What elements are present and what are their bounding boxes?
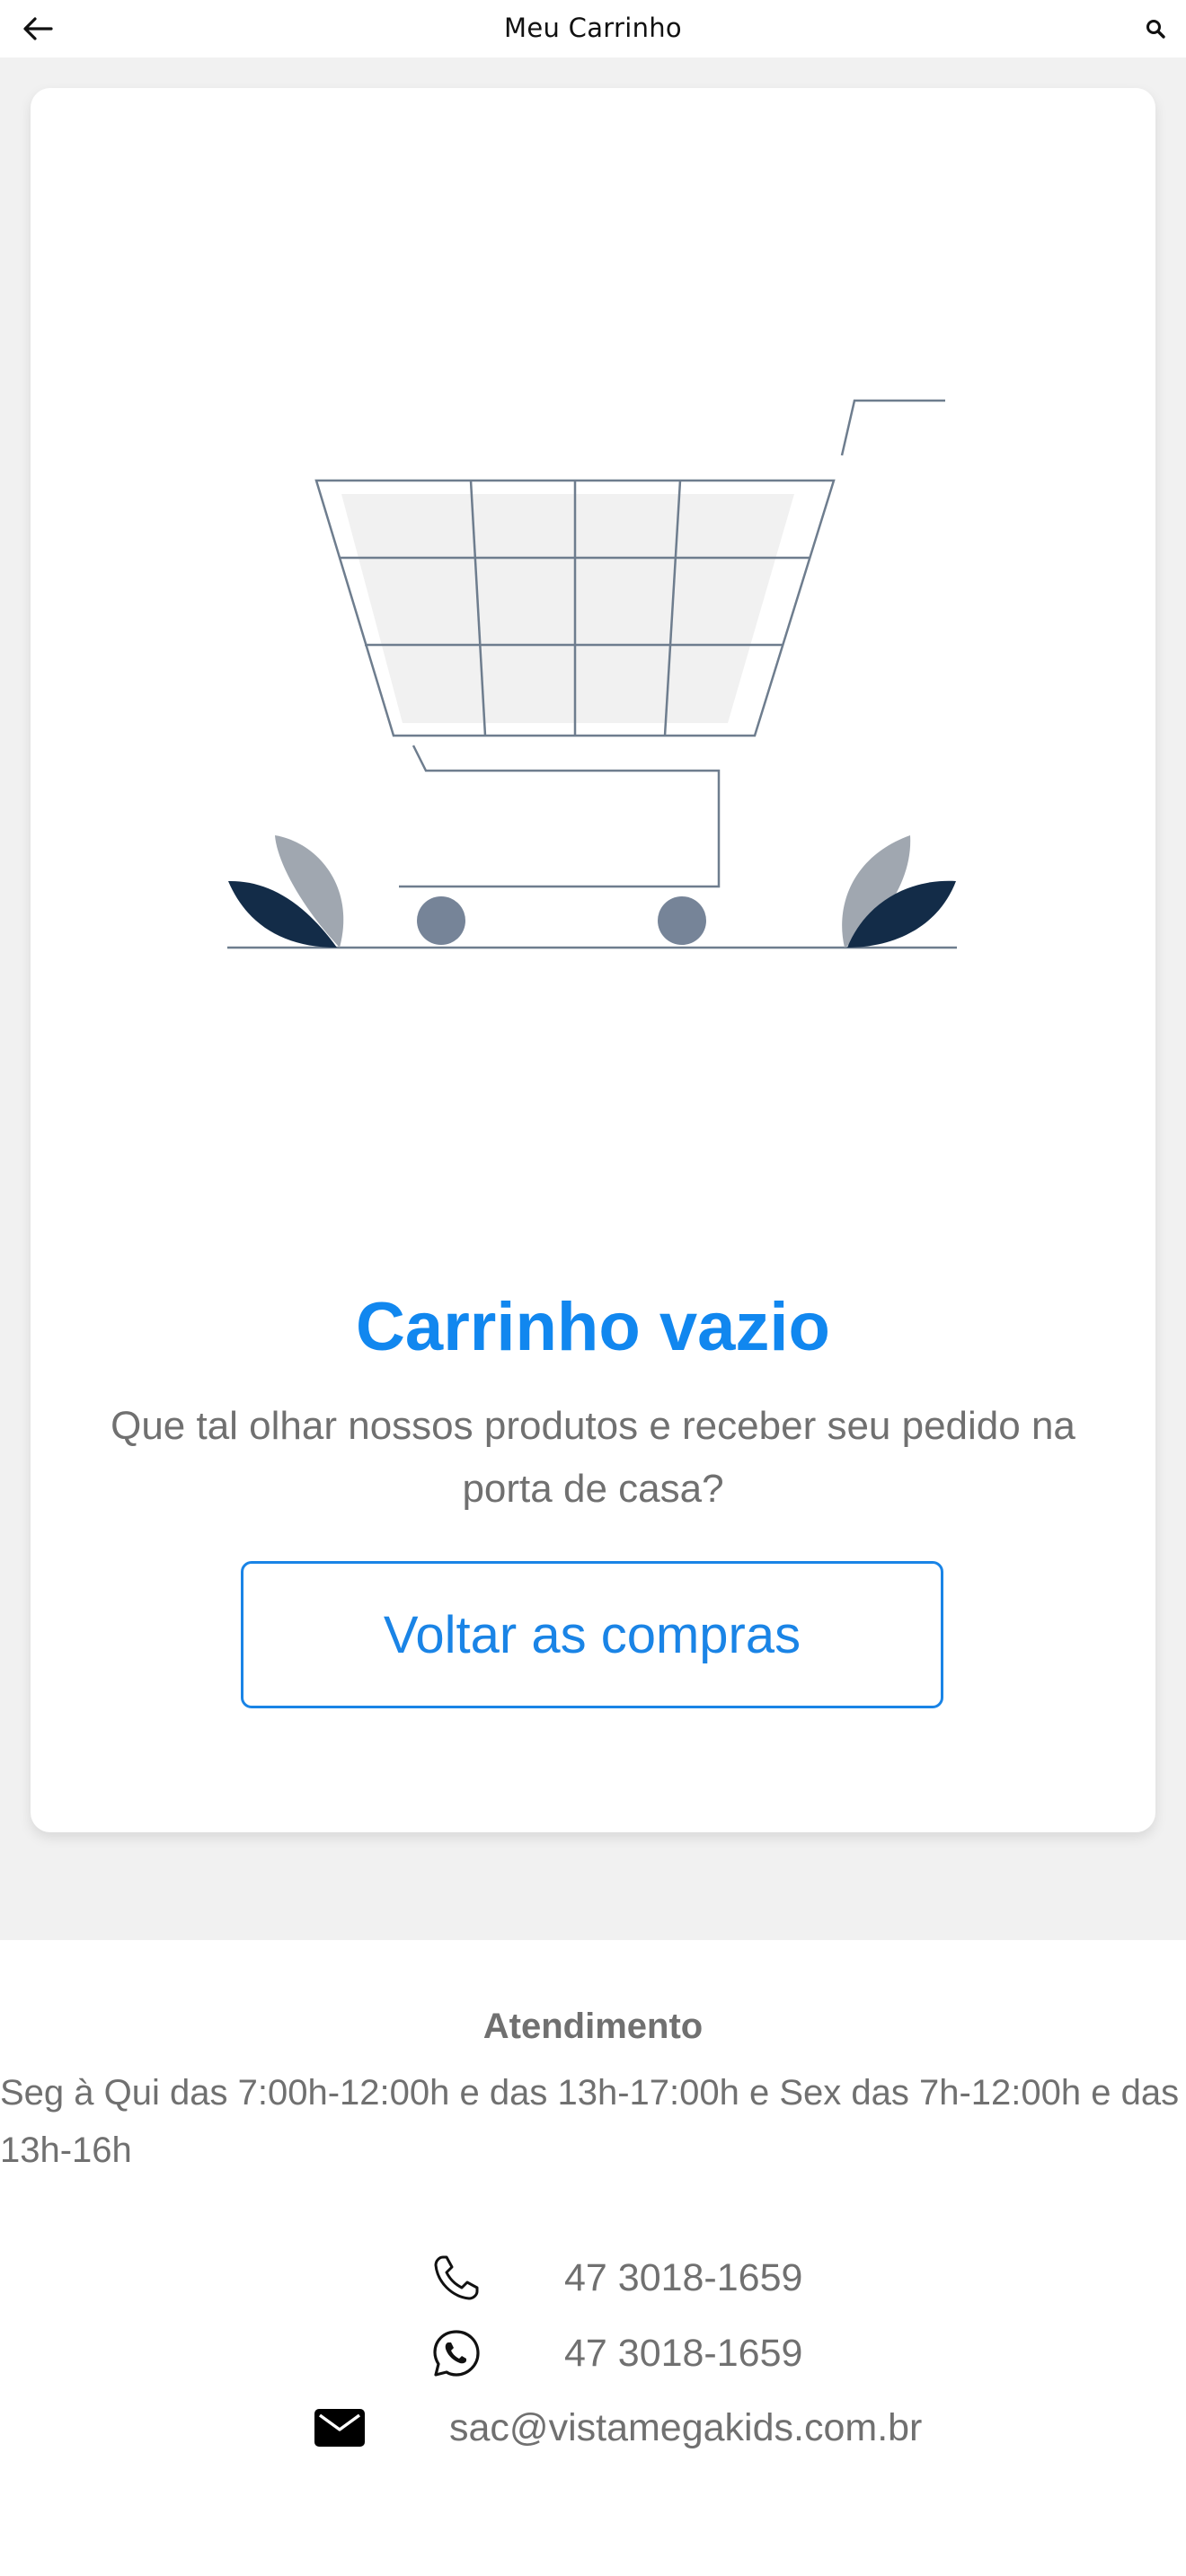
phone-contact[interactable]: 47 3018-1659 (429, 2251, 802, 2305)
shopping-cart-illustration (227, 399, 957, 949)
mail-icon (313, 2405, 367, 2450)
phone-number: 47 3018-1659 (564, 2255, 803, 2299)
email-address: sac@vistamegakids.com.br (449, 2405, 923, 2449)
empty-cart-message: Que tal olhar nossos produtos e receber … (111, 1404, 1075, 1511)
page-title: Meu Carrinho (504, 13, 682, 43)
whatsapp-icon (429, 2326, 483, 2380)
support-heading: Atendimento (482, 2007, 704, 2046)
search-button[interactable] (1139, 13, 1172, 45)
support-hours: Seg à Qui das 7:00h-12:00h e das 13h-17:… (0, 2073, 1180, 2170)
whatsapp-number: 47 3018-1659 (564, 2331, 803, 2375)
top-bar: Meu Carrinho (0, 0, 1186, 57)
search-icon (1146, 20, 1165, 39)
footer: Atendimento Seg à Qui das 7:00h-12:00h e… (0, 1940, 1186, 2576)
email-contact[interactable]: sac@vistamegakids.com.br (313, 2405, 922, 2450)
back-to-shopping-button[interactable]: Voltar as compras (241, 1561, 943, 1708)
empty-cart-title: Carrinho vazio (356, 1289, 830, 1365)
whatsapp-contact[interactable]: 47 3018-1659 (429, 2326, 802, 2380)
phone-icon (429, 2251, 483, 2305)
empty-cart-card: Carrinho vazio Que tal olhar nossos prod… (31, 88, 1155, 1832)
